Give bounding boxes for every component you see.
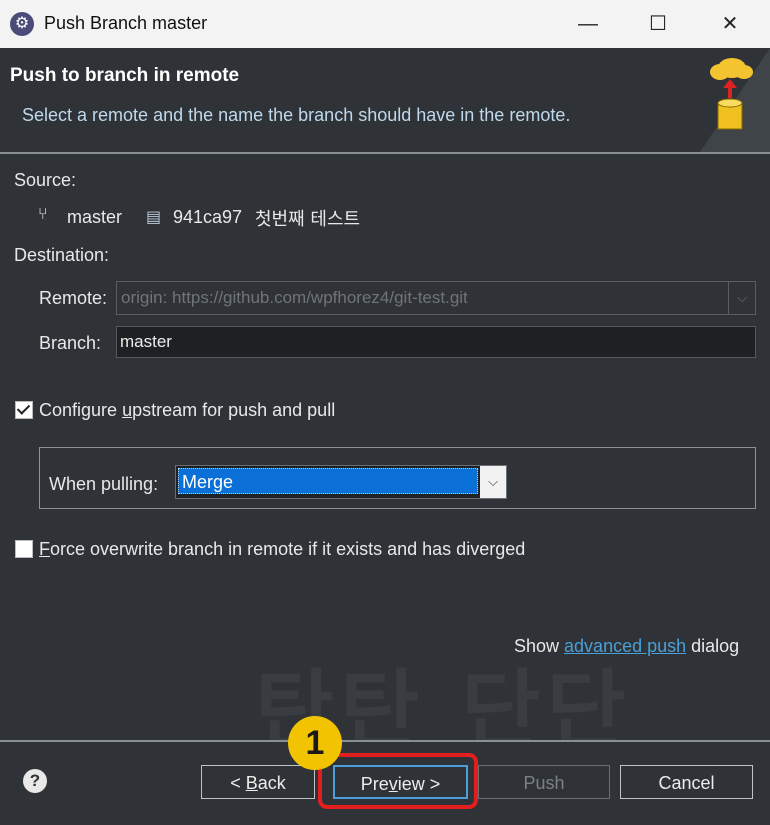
wizard-header: Push to branch in remote Select a remote… <box>0 48 770 154</box>
upstream-label-rest: pstream for push and pull <box>132 400 336 420</box>
advanced-suffix: dialog <box>686 636 740 656</box>
branch-label: Branch: <box>39 333 102 353</box>
highlight-frame <box>318 753 478 809</box>
eclipse-app-icon: ⚙ <box>10 12 34 36</box>
help-icon[interactable]: ? <box>23 769 47 793</box>
remote-value: origin: https://github.com/wpfhorez4/git… <box>121 288 468 307</box>
close-icon[interactable]: ✕ <box>694 0 766 48</box>
source-branch: master <box>67 207 123 227</box>
upstream-mnemonic: u <box>122 400 133 420</box>
back-mnemonic: B <box>245 773 258 793</box>
when-pulling-select[interactable]: Merge ⌵ <box>175 465 507 499</box>
when-pulling-label: When pulling: <box>49 474 159 494</box>
commit-id: 941ca97 <box>173 207 243 227</box>
force-label-rest: orce overwrite branch in remote if it ex… <box>50 539 526 559</box>
force-overwrite-checkbox[interactable] <box>15 540 33 558</box>
branch-icon: ⑂ <box>38 206 48 223</box>
title-bar: ⚙ Push Branch master — ☐ ✕ <box>0 0 770 48</box>
source-label: Source: <box>14 170 77 190</box>
force-overwrite-label[interactable]: Force overwrite branch in remote if it e… <box>39 539 525 560</box>
configure-upstream-checkbox[interactable] <box>15 401 33 419</box>
commit-icon: ▤ <box>146 209 162 226</box>
branch-input-value: master <box>120 332 172 351</box>
when-pulling-value: Merge <box>178 468 478 494</box>
minimize-icon[interactable]: — <box>552 0 624 48</box>
commit-message: 첫번째 테스트 <box>255 209 361 230</box>
back-prefix: < <box>230 773 246 793</box>
remote-label: Remote: <box>39 288 108 308</box>
push-cloud-icon <box>700 48 770 152</box>
window-title: Push Branch master <box>44 13 208 33</box>
page-title: Push to branch in remote <box>10 65 240 86</box>
chevron-down-icon: ⌵ <box>728 282 755 314</box>
page-description: Select a remote and the name the branch … <box>22 105 571 125</box>
back-suffix: ack <box>257 773 286 793</box>
maximize-icon[interactable]: ☐ <box>622 0 694 48</box>
upstream-label-part: Configure <box>39 400 123 420</box>
push-button[interactable]: Push <box>478 765 610 799</box>
cancel-button[interactable]: Cancel <box>620 765 753 799</box>
chevron-down-icon[interactable]: ⌵ <box>480 466 506 498</box>
remote-select: origin: https://github.com/wpfhorez4/git… <box>116 281 756 315</box>
destination-label: Destination: <box>14 245 110 265</box>
force-mnemonic: F <box>39 539 50 559</box>
branch-input[interactable]: master <box>116 326 756 358</box>
step-badge: 1 <box>288 716 342 770</box>
configure-upstream-label[interactable]: Configure upstream for push and pull <box>39 400 335 421</box>
back-button[interactable]: < Back <box>201 765 315 799</box>
